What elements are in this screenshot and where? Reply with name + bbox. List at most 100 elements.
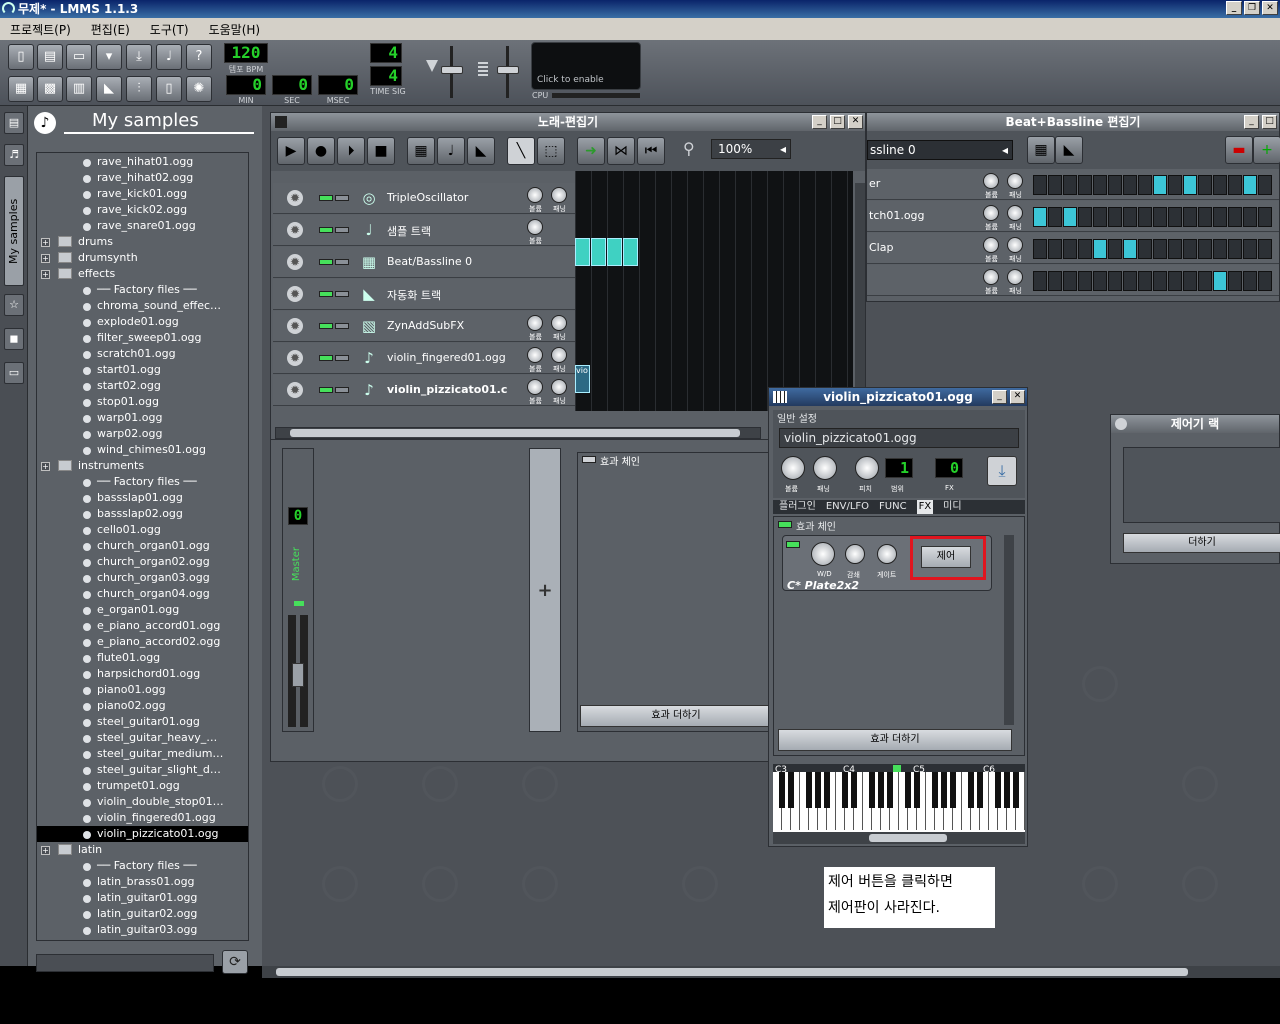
file-item[interactable]: steel_guitar_heavy_… bbox=[81, 730, 217, 746]
draw-mode-icon[interactable]: ╲ bbox=[507, 137, 535, 165]
file-item[interactable]: latin_guitar01.ogg bbox=[81, 890, 197, 906]
bb-track-name[interactable]: er bbox=[869, 177, 880, 190]
mixer-chain-toggle[interactable] bbox=[582, 456, 596, 463]
expand-icon[interactable]: + bbox=[41, 462, 50, 471]
black-key[interactable] bbox=[815, 772, 821, 808]
step-button[interactable] bbox=[1243, 175, 1257, 195]
file-item[interactable]: latin_brass01.ogg bbox=[81, 874, 195, 890]
file-item[interactable]: trumpet01.ogg bbox=[81, 778, 180, 794]
folder-item[interactable]: + effects bbox=[41, 266, 115, 282]
track-name[interactable]: violin_fingered01.ogg bbox=[387, 351, 506, 364]
black-key[interactable] bbox=[851, 772, 857, 808]
timesig-numerator-lcd[interactable]: 4 bbox=[370, 43, 402, 63]
track-solo-led[interactable] bbox=[335, 259, 349, 265]
remove-steps-icon[interactable]: ▬ bbox=[1225, 136, 1253, 164]
file-item[interactable]: e_organ01.ogg bbox=[81, 602, 179, 618]
timesig-denominator-lcd[interactable]: 4 bbox=[370, 66, 402, 86]
file-item[interactable]: flute01.ogg bbox=[81, 650, 160, 666]
fx-mixer-icon[interactable]: ⫶ bbox=[126, 76, 152, 102]
track-gear-icon[interactable]: ✹ bbox=[287, 350, 303, 366]
track-mute-led[interactable] bbox=[319, 323, 333, 329]
tab-home-icon[interactable]: ◼ bbox=[4, 328, 24, 350]
pitch-range-lcd[interactable]: 1 bbox=[885, 458, 913, 478]
track-panning-knob[interactable] bbox=[551, 315, 567, 331]
track-panning-knob[interactable] bbox=[551, 347, 567, 363]
step-button[interactable] bbox=[1108, 207, 1122, 227]
track-gear-icon[interactable]: ✹ bbox=[287, 222, 303, 238]
step-button[interactable] bbox=[1183, 271, 1197, 291]
black-key[interactable] bbox=[905, 772, 911, 808]
track-panning-knob[interactable] bbox=[551, 379, 567, 395]
bb-track-row[interactable]: 볼륨 패닝 bbox=[867, 265, 1279, 296]
bb-editor-icon[interactable]: ▩ bbox=[37, 76, 63, 102]
file-item[interactable]: cello01.ogg bbox=[81, 522, 161, 538]
black-key[interactable] bbox=[878, 772, 884, 808]
step-button[interactable] bbox=[1243, 207, 1257, 227]
tab-fx[interactable]: FX bbox=[916, 500, 934, 514]
black-key[interactable] bbox=[779, 772, 785, 808]
step-button[interactable] bbox=[1213, 175, 1227, 195]
instrument-minimize-button[interactable]: _ bbox=[992, 390, 1007, 404]
step-button[interactable] bbox=[1078, 175, 1092, 195]
step-button[interactable] bbox=[1063, 239, 1077, 259]
bb-minimize-button[interactable]: _ bbox=[1244, 115, 1259, 129]
bb-maximize-button[interactable]: □ bbox=[1262, 115, 1277, 129]
control-button[interactable]: 제어 bbox=[921, 546, 971, 568]
track-mute-led[interactable] bbox=[319, 355, 333, 361]
song-vscrollbar[interactable] bbox=[855, 183, 865, 415]
song-track[interactable]: ✹ ▦ Beat/Bassline 0 bbox=[273, 247, 575, 278]
bb-track-name[interactable]: Clap bbox=[869, 241, 893, 254]
folder-item[interactable]: + latin bbox=[41, 842, 102, 858]
step-button[interactable] bbox=[1213, 207, 1227, 227]
step-button[interactable] bbox=[1198, 175, 1212, 195]
play-icon[interactable]: ▶ bbox=[277, 137, 305, 165]
bb-volume-knob[interactable] bbox=[983, 173, 999, 189]
add-sample-track-icon[interactable]: ♩ bbox=[437, 137, 465, 165]
step-button[interactable] bbox=[1033, 207, 1047, 227]
track-gear-icon[interactable]: ✹ bbox=[287, 254, 303, 270]
song-track[interactable]: ✹ ▧ ZynAddSubFX 볼륨 패닝 bbox=[273, 311, 575, 342]
song-minimize-button[interactable]: _ bbox=[812, 115, 827, 129]
step-button[interactable] bbox=[1213, 271, 1227, 291]
master-volume-handle[interactable] bbox=[441, 66, 463, 74]
refresh-icon[interactable]: ⟳ bbox=[222, 950, 248, 974]
tab-projects-icon[interactable]: ▤ bbox=[4, 112, 24, 134]
song-track[interactable]: ✹ ♪ violin_pizzicato01.c 볼륨 패닝 bbox=[273, 375, 575, 406]
step-button[interactable] bbox=[1168, 239, 1182, 259]
file-item[interactable]: e_piano_accord02.ogg bbox=[81, 634, 220, 650]
factory-files-separator[interactable]: ── Factory files ── bbox=[81, 282, 197, 298]
black-key[interactable] bbox=[1013, 772, 1019, 808]
step-button[interactable] bbox=[1123, 271, 1137, 291]
track-volume-knob[interactable] bbox=[527, 219, 543, 235]
song-track[interactable]: ✹ ◎ TripleOscillator 볼륨 패닝 bbox=[273, 183, 575, 214]
step-button[interactable] bbox=[1033, 271, 1047, 291]
step-button[interactable] bbox=[1168, 175, 1182, 195]
file-item[interactable]: rave_hihat01.ogg bbox=[81, 154, 193, 170]
effects-scrollbar[interactable] bbox=[1004, 535, 1014, 725]
automation-editor-icon[interactable]: ◣ bbox=[96, 76, 122, 102]
save-project-icon[interactable]: ⤓ bbox=[126, 44, 152, 70]
track-volume-knob[interactable] bbox=[527, 347, 543, 363]
step-button[interactable] bbox=[1153, 271, 1167, 291]
file-item[interactable]: rave_hihat02.ogg bbox=[81, 170, 193, 186]
bb-pattern-clip[interactable] bbox=[591, 238, 606, 266]
bb-track-name[interactable]: tch01.ogg bbox=[869, 209, 925, 222]
volume-knob[interactable] bbox=[781, 456, 805, 480]
piano-keyboard[interactable] bbox=[773, 772, 1025, 832]
new-project-icon[interactable]: ▯ bbox=[8, 44, 34, 70]
file-item[interactable]: church_organ02.ogg bbox=[81, 554, 210, 570]
track-panning-knob[interactable] bbox=[551, 187, 567, 203]
track-mute-led[interactable] bbox=[319, 291, 333, 297]
restore-button[interactable]: ❐ bbox=[1244, 1, 1260, 15]
track-gear-icon[interactable]: ✹ bbox=[287, 190, 303, 206]
song-hscrollbar[interactable] bbox=[275, 427, 761, 439]
song-editor-title[interactable]: 노래-편집기 bbox=[271, 113, 865, 131]
black-key[interactable] bbox=[806, 772, 812, 808]
song-track[interactable]: ✹ ♪ violin_fingered01.ogg 볼륨 패닝 bbox=[273, 343, 575, 374]
black-key[interactable] bbox=[995, 772, 1001, 808]
tab-instruments-icon[interactable]: ♬ bbox=[4, 144, 24, 166]
step-button[interactable] bbox=[1243, 239, 1257, 259]
expand-icon[interactable]: + bbox=[41, 238, 50, 247]
add-steps-icon[interactable]: + bbox=[1253, 136, 1280, 164]
file-item[interactable]: bassslap02.ogg bbox=[81, 506, 183, 522]
